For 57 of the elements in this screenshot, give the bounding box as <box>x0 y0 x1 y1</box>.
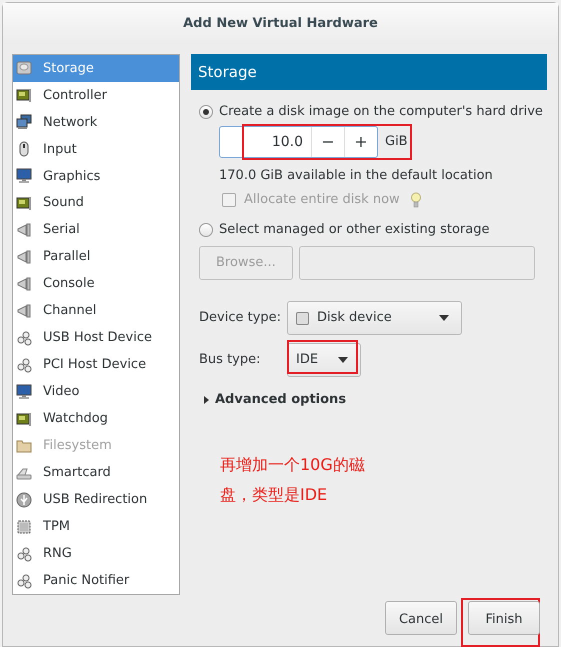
sidebar-item[interactable]: Console <box>13 270 179 298</box>
field-label: Device type: <box>199 309 282 328</box>
sidebar-item[interactable]: Smartcard <box>13 459 179 486</box>
usb-icon <box>16 492 32 508</box>
sidebar-item[interactable]: Network <box>13 108 179 136</box>
highlight-box <box>287 340 358 374</box>
folder-icon <box>16 438 32 454</box>
computers-icon <box>16 114 32 130</box>
sidebar-item[interactable]: Watchdog <box>13 405 179 432</box>
dialog-button[interactable]: Finish <box>468 601 540 635</box>
gears-icon <box>16 356 32 373</box>
allocate-checkbox: Allocate entire disk now <box>222 190 400 210</box>
path-field[interactable] <box>299 246 535 280</box>
circuit-board-icon <box>16 87 32 104</box>
lightbulb-icon <box>410 192 422 208</box>
sidebar-item[interactable]: Parallel <box>13 244 179 271</box>
sidebar-item[interactable]: Input <box>13 136 179 163</box>
gears-icon <box>16 572 32 589</box>
sidebar-item[interactable]: Channel <box>13 298 179 325</box>
sidebar-item[interactable]: Controller <box>13 82 179 109</box>
sidebar-item[interactable]: TPM <box>13 513 179 540</box>
sidebar-item[interactable]: Panic Notifier <box>13 567 179 594</box>
decrement-button[interactable]: − <box>311 127 344 157</box>
chip-icon <box>16 518 32 535</box>
connector-icon <box>16 222 32 238</box>
monitor-icon <box>16 168 32 184</box>
advanced-options-expander[interactable]: Advanced options <box>204 390 547 410</box>
increment-button[interactable]: + <box>344 127 377 157</box>
annotation-text: 再增加一个10G的磁 <box>220 454 365 476</box>
size-spinner[interactable]: 10.0 − + <box>219 126 378 158</box>
sidebar-item[interactable]: Video <box>13 378 179 406</box>
connector-icon <box>16 249 32 266</box>
available-space-text: 170.0 GiB available in the default location <box>219 167 494 184</box>
unit-label: GiB <box>385 133 408 152</box>
connector-icon <box>16 276 32 292</box>
radio-option[interactable]: Create a disk image on the computer's hard drive <box>199 102 547 122</box>
sidebar-item[interactable]: USB Host Device <box>13 324 179 352</box>
connector-icon <box>16 303 32 320</box>
field-label: Bus type: <box>199 351 262 370</box>
window-title: Add New Virtual Hardware <box>183 14 378 33</box>
sidebar-item[interactable]: Serial <box>13 216 179 244</box>
gears-icon <box>16 330 32 346</box>
sidebar-item[interactable]: RNG <box>13 540 179 568</box>
gears-icon <box>16 546 32 562</box>
section-header: Storage <box>191 54 547 90</box>
circuit-board-icon <box>16 195 32 212</box>
sidebar-item[interactable]: Sound <box>13 190 179 217</box>
annotation-text: 盘，类型是IDE <box>220 484 328 506</box>
sidebar-item[interactable]: Graphics <box>13 162 179 190</box>
sidebar-item[interactable]: USB Redirection <box>13 486 179 514</box>
monitor-icon <box>16 384 32 400</box>
device-type-dropdown[interactable]: Disk device <box>287 301 462 335</box>
radio-option[interactable]: Select managed or other existing storage <box>199 220 547 240</box>
circuit-board-icon <box>16 410 32 427</box>
dialog-button[interactable]: Cancel <box>385 601 457 635</box>
bus-type-dropdown[interactable]: IDE <box>287 343 361 377</box>
sidebar-item[interactable]: PCI Host Device <box>13 351 179 378</box>
